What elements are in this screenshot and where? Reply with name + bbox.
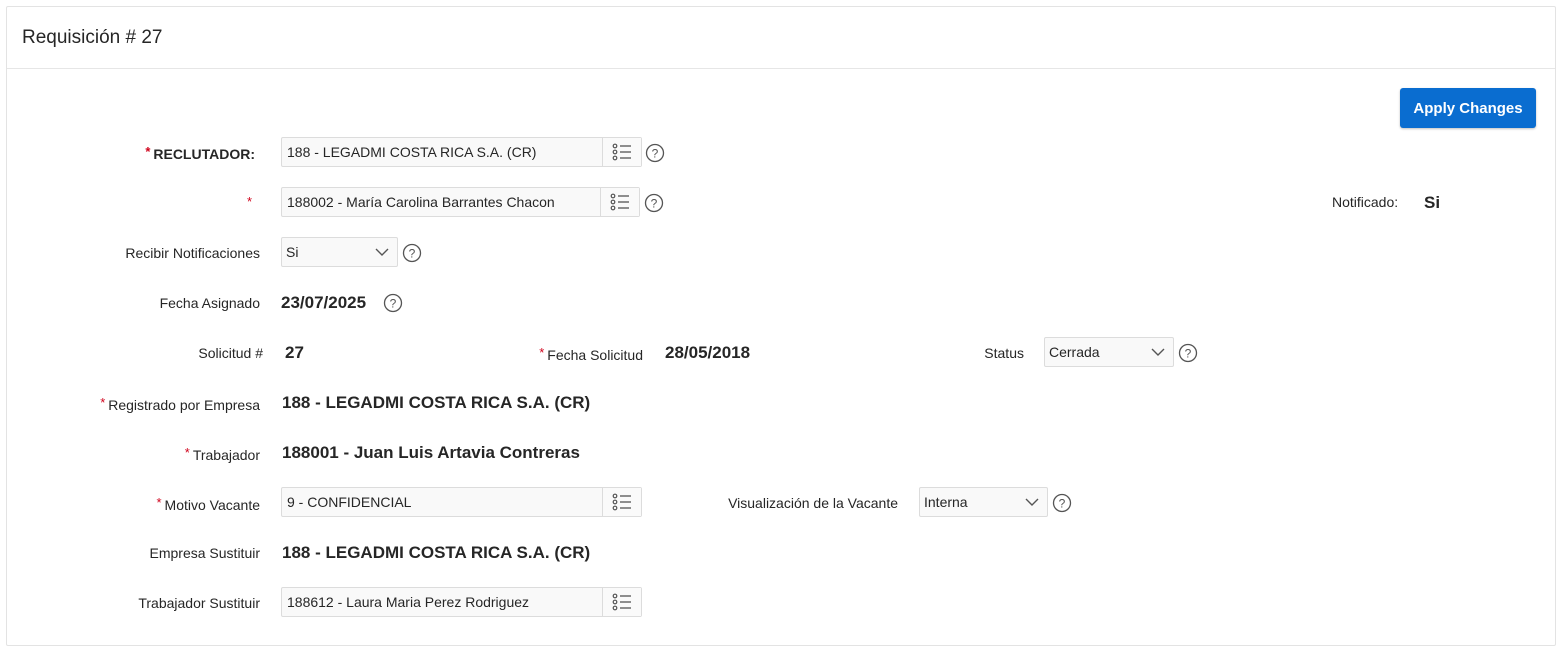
fecha-solicitud-value: 28/05/2018 [665, 343, 751, 362]
apply-changes-button[interactable]: Apply Changes [1400, 88, 1536, 128]
recibir-notificaciones-label: Recibir Notificaciones [125, 245, 260, 261]
region-header: Requisición # 27 [7, 7, 1555, 69]
svg-text:?: ? [651, 197, 658, 211]
visualizacion-vacante-select[interactable]: Interna [919, 487, 1048, 517]
recibir-notificaciones-value[interactable]: Si [282, 244, 367, 260]
required-marker: * [145, 144, 151, 159]
help-icon[interactable]: ? [383, 293, 403, 313]
required-marker: * [539, 345, 545, 360]
visualizacion-vacante-value[interactable]: Interna [920, 494, 1017, 510]
chevron-down-icon [367, 248, 397, 256]
recibir-notificaciones-select[interactable]: Si [281, 237, 398, 267]
empresa-sustituir-label: Empresa Sustituir [149, 545, 260, 561]
fecha-asignado-label: Fecha Asignado [159, 295, 260, 311]
fecha-solicitud-label: * Fecha Solicitud [539, 345, 643, 363]
trabajador-sustituir-label: Trabajador Sustituir [138, 595, 260, 611]
requisicion-region: Requisición # 27 Apply Changes * RECLUTAD… [6, 6, 1556, 646]
required-marker: * [184, 445, 190, 460]
chevron-down-icon [1017, 498, 1047, 506]
help-icon[interactable]: ? [1178, 343, 1198, 363]
trabajador-sustituir-value[interactable]: 188612 - Laura Maria Perez Rodriguez [282, 594, 602, 610]
chevron-down-icon [1143, 348, 1173, 356]
help-icon[interactable]: ? [1052, 493, 1072, 513]
list-icon[interactable] [602, 588, 641, 616]
list-icon[interactable] [602, 138, 641, 166]
required-marker: * [246, 194, 252, 209]
solicitud-value: 27 [285, 343, 304, 362]
reclutador-persona-lov[interactable]: 188002 - María Carolina Barrantes Chacon [281, 187, 640, 217]
trabajador-label: * Trabajador [184, 445, 260, 463]
notificado-label: Notificado: [1332, 194, 1399, 210]
status-label: Status [984, 345, 1024, 361]
reclutador-persona-label: * [247, 194, 255, 212]
svg-text:?: ? [390, 297, 397, 311]
help-icon[interactable]: ? [644, 193, 664, 213]
motivo-vacante-value[interactable]: 9 - CONFIDENCIAL [282, 494, 602, 510]
motivo-vacante-lov[interactable]: 9 - CONFIDENCIAL [281, 487, 642, 517]
empresa-sustituir-value: 188 - LEGADMI COSTA RICA S.A. (CR) [282, 543, 591, 562]
motivo-vacante-label: * Motivo Vacante [156, 495, 260, 513]
reclutador-value[interactable]: 188 - LEGADMI COSTA RICA S.A. (CR) [282, 144, 602, 160]
svg-text:?: ? [409, 247, 416, 261]
reclutador-label: * RECLUTADOR: [145, 144, 255, 162]
help-icon[interactable]: ? [402, 243, 422, 263]
reclutador-persona-value[interactable]: 188002 - María Carolina Barrantes Chacon [282, 194, 600, 210]
region-title: Requisición # 27 [22, 27, 163, 48]
help-icon[interactable]: ? [645, 143, 665, 163]
solicitud-label: Solicitud # [198, 345, 263, 361]
fecha-asignado-value: 23/07/2025 [281, 293, 367, 312]
status-select[interactable]: Cerrada [1044, 337, 1174, 367]
svg-text:?: ? [1059, 497, 1066, 511]
svg-text:?: ? [652, 147, 659, 161]
notificado-value: Si [1424, 193, 1441, 212]
registrado-por-empresa-value: 188 - LEGADMI COSTA RICA S.A. (CR) [282, 393, 591, 412]
svg-text:?: ? [1185, 347, 1192, 361]
required-marker: * [100, 395, 106, 410]
reclutador-lov[interactable]: 188 - LEGADMI COSTA RICA S.A. (CR) [281, 137, 642, 167]
registrado-por-empresa-label: * Registrado por Empresa [100, 395, 260, 413]
trabajador-sustituir-lov[interactable]: 188612 - Laura Maria Perez Rodriguez [281, 587, 642, 617]
list-icon[interactable] [600, 188, 639, 216]
trabajador-value: 188001 - Juan Luis Artavia Contreras [282, 443, 580, 462]
status-value[interactable]: Cerrada [1045, 344, 1143, 360]
visualizacion-vacante-label: Visualización de la Vacante [728, 495, 898, 511]
required-marker: * [156, 495, 162, 510]
list-icon[interactable] [602, 488, 641, 516]
